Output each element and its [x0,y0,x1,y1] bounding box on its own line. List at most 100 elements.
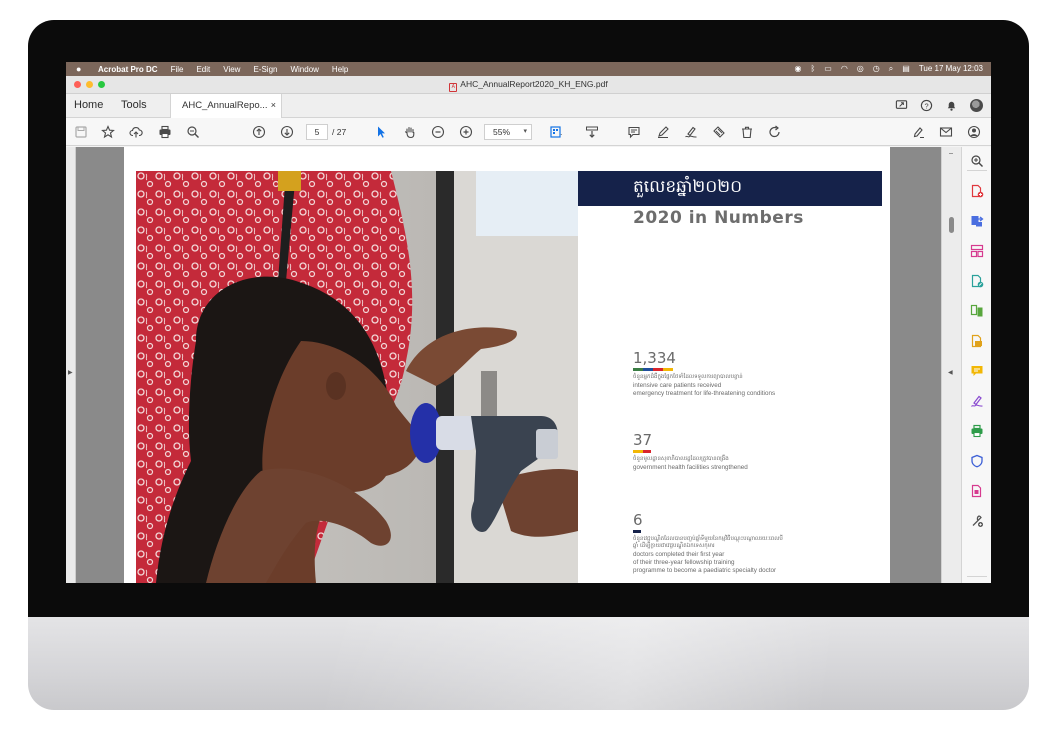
page-number-input[interactable]: 5 [306,124,328,140]
bar-segment [653,368,663,371]
next-page-icon[interactable] [279,124,295,140]
delete-trash-icon[interactable] [739,124,755,140]
chevron-down-icon: ▾ [523,128,527,135]
stat-block-2: 37 ចំនួនមូលដ្ឋានសុខាភិបាលរដ្ឋដែលត្រូវបាន… [633,431,863,472]
bookmark-star-icon[interactable] [100,124,116,140]
notifications-bell-icon[interactable] [945,99,958,112]
hand-tool-icon[interactable] [402,124,418,140]
compare-files-icon[interactable] [969,303,985,319]
scrollbar-thumb[interactable] [949,217,954,233]
scan-ocr-icon[interactable] [969,333,985,349]
stat-line: government health facilities strengthene… [633,464,748,471]
print-production-icon[interactable] [969,423,985,439]
tab-bar-actions: ? [895,99,983,112]
organize-pages-icon[interactable] [969,243,985,259]
share-screen-icon[interactable] [895,99,908,112]
upload-cloud-icon[interactable] [128,124,144,140]
export-pdf-icon[interactable] [969,213,985,229]
menu-file[interactable]: File [171,65,184,74]
monitor: ● Acrobat Pro DC File Edit View E-Sign W… [28,20,1029,710]
khmer-title-bar: តួលេខឆ្នាំ២០២០ [578,171,882,206]
print-icon[interactable] [157,124,173,140]
menu-bar-status-area: ◉ ᛒ ▭ ◠ ◎ ◷ ⌕ ▤ Tue 17 May 12:03 [794,62,983,76]
menu-esign[interactable]: E-Sign [253,65,277,74]
stat-color-bar [633,368,863,371]
time-machine-icon[interactable]: ◷ [873,62,880,76]
fill-and-sign-icon[interactable] [969,393,985,409]
fill-sign-icon[interactable] [910,124,926,140]
stat-number: 37 [633,431,653,449]
user-icon[interactable]: ◎ [857,62,864,76]
menu-window[interactable]: Window [290,65,318,74]
spotlight-icon[interactable]: ⌕ [889,62,893,76]
page-display-icon[interactable] [548,124,564,140]
menu-app-name[interactable]: Acrobat Pro DC [98,65,158,74]
protect-shield-icon[interactable] [969,453,985,469]
svg-text:?: ? [924,101,928,110]
create-pdf-icon[interactable] [969,183,985,199]
apple-menu-icon[interactable]: ● [76,64,86,74]
tab-home[interactable]: Home [74,99,103,111]
tab-document[interactable]: AHC_AnnualRepo... × [170,94,282,118]
comment-tool-icon[interactable] [969,363,985,379]
monitor-chin [28,617,1029,710]
rotate-icon[interactable] [767,124,783,140]
stat-number: 6 [633,511,643,529]
zoom-in-icon[interactable] [458,124,474,140]
edit-pdf-icon[interactable] [969,273,985,289]
zoom-level-select[interactable]: 55% ▾ [484,124,532,140]
zoom-out-icon[interactable] [430,124,446,140]
khmer-title: តួលេខឆ្នាំ២០២០ [633,177,743,197]
expand-left-panel-icon[interactable]: ▶ [68,369,73,376]
tab-tools[interactable]: Tools [121,99,147,111]
menu-clock[interactable]: Tue 17 May 12:03 [919,62,983,76]
scrollbar-top-marker [949,153,953,154]
acrobat-toolbar: 5 / 27 55% ▾ [66,118,991,146]
menu-view[interactable]: View [223,65,240,74]
screen-record-icon[interactable]: ◉ [794,62,801,76]
help-icon[interactable]: ? [920,99,933,112]
menu-help[interactable]: Help [332,65,348,74]
search-zoom-icon[interactable] [969,153,985,169]
stat-color-bar [633,530,863,533]
close-tab-icon[interactable]: × [271,100,276,110]
document-scrollbar[interactable]: ◀ [941,147,961,583]
scroll-mode-icon[interactable] [584,124,600,140]
user-avatar[interactable] [970,99,983,112]
stat-english-text: doctors completed their first year of th… [633,551,863,575]
customize-tools-icon[interactable] [969,513,985,529]
tools-rail [961,147,991,583]
battery-icon[interactable]: ▭ [824,62,832,76]
select-cursor-icon[interactable] [373,124,389,140]
email-icon[interactable] [938,124,954,140]
stat-line: emergency treatment for life-threatening… [633,390,776,397]
collapse-right-panel-icon[interactable]: ◀ [948,369,953,376]
previous-page-icon[interactable] [251,124,267,140]
stat-line: doctors completed their first year [633,551,725,558]
stat-line: intensive care patients received [633,382,722,389]
rail-separator [967,170,987,171]
bluetooth-icon[interactable]: ᛒ [810,62,815,76]
more-pdf-tools-icon[interactable] [969,483,985,499]
document-viewer[interactable]: ▶ តួលេខឆ្នាំ២០២០ 2020 in Numbers 1,334 ច… [66,147,961,583]
wifi-icon[interactable]: ◠ [841,62,848,76]
stat-khmer-text: ចំនួនមូលដ្ឋានសុខាភិបាលរដ្ឋដែលត្រូវបានពង្… [633,456,729,462]
macos-menu-bar: ● Acrobat Pro DC File Edit View E-Sign W… [66,62,991,76]
draw-signature-icon[interactable] [683,124,699,140]
stat-line: of their three-year fellowship training [633,559,735,566]
bar-segment [633,368,643,371]
bar-segment [643,368,653,371]
page-total: / 27 [332,127,347,137]
share-user-icon[interactable] [966,124,982,140]
stamp-icon[interactable] [711,124,727,140]
zoom-search-icon[interactable] [185,124,201,140]
menu-edit[interactable]: Edit [196,65,210,74]
stat-khmer-text: ចំនួនវេជ្ជបណ្ឌិតដែលបានបញ្ចប់ឆ្នាំទីមួយនៃ… [633,536,783,549]
section-title: 2020 in Numbers [633,208,804,228]
comment-icon[interactable] [626,124,642,140]
left-panel-toggle[interactable]: ▶ [66,147,76,583]
highlight-pen-icon[interactable] [655,124,671,140]
save-icon[interactable] [73,124,89,140]
window-title: A AHC_AnnualReport2020_KH_ENG.pdf [66,79,991,92]
control-center-icon[interactable]: ▤ [902,62,910,76]
